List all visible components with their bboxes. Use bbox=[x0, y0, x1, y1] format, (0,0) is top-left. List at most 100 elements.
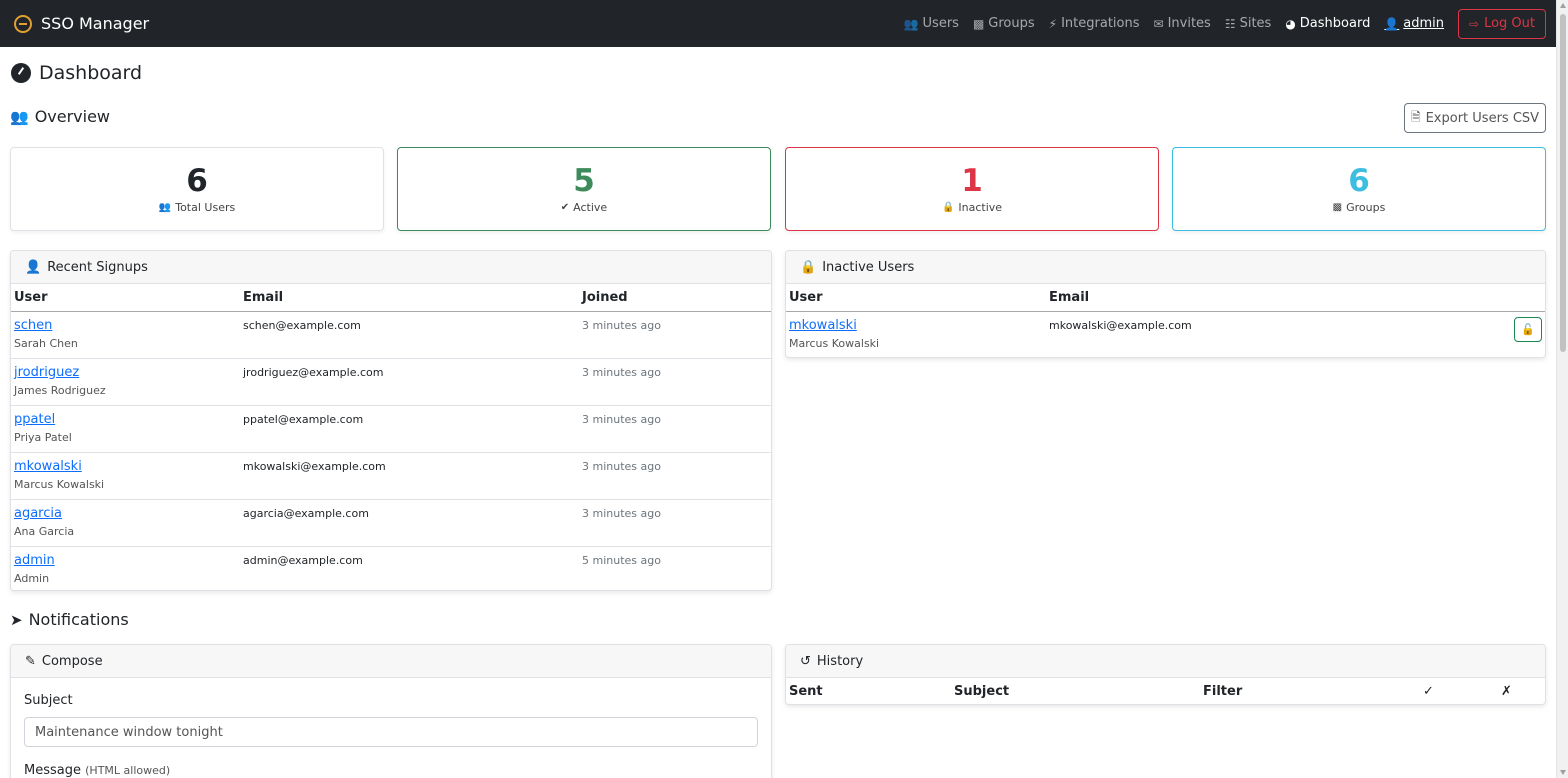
history-icon: ↺ bbox=[800, 653, 811, 669]
column-header-subject: Subject bbox=[954, 684, 1010, 699]
table-row: jrodriguez James Rodriguez jrodriguez@exam… bbox=[11, 358, 771, 406]
user-plus-icon: 👤 bbox=[25, 259, 42, 275]
brand-logo-icon bbox=[14, 14, 32, 33]
joined-cell: 3 minutes ago bbox=[579, 452, 771, 500]
email-cell: admin@example.com bbox=[240, 546, 579, 590]
plug-icon: ⚡ bbox=[1048, 16, 1058, 31]
email-text: admin@example.com bbox=[243, 553, 363, 567]
export-label: Export Users CSV bbox=[1425, 110, 1540, 126]
history-title: History bbox=[816, 653, 864, 669]
column-header-sent: Sent bbox=[789, 684, 823, 699]
gauge-icon: ◕ bbox=[1285, 16, 1296, 31]
nav-link-groups[interactable]: ▩ Groups bbox=[973, 16, 1035, 31]
compose-header: ✎ Compose bbox=[11, 645, 771, 678]
logout-button[interactable]: ⇨ Log Out bbox=[1458, 8, 1546, 39]
recent-signups-title: Recent Signups bbox=[47, 259, 148, 275]
joined-cell: 3 minutes ago bbox=[579, 311, 771, 359]
nav-link-label: Groups bbox=[988, 16, 1035, 31]
nav-user-link[interactable]: 👤 admin bbox=[1384, 16, 1444, 31]
unlock-icon: 🔓 bbox=[1521, 322, 1535, 336]
user-full-name: Admin bbox=[14, 571, 50, 585]
overview-heading-text: Overview bbox=[34, 107, 111, 126]
page-title: Dashboard bbox=[11, 62, 142, 84]
brand[interactable]: SSO Manager bbox=[14, 14, 149, 33]
scroll-thumb[interactable] bbox=[1560, 14, 1566, 352]
logout-icon: ⇨ bbox=[1469, 16, 1480, 31]
subject-label: Subject bbox=[24, 693, 73, 708]
inactive-users-card: 🔒 Inactive Users User Email mkowalski Ma… bbox=[785, 250, 1546, 358]
username-link[interactable]: agarcia bbox=[14, 504, 237, 524]
user-cell: mkowalski Marcus Kowalski bbox=[786, 311, 1046, 357]
user-full-name: Sarah Chen bbox=[14, 336, 78, 350]
table-row: mkowalski Marcus Kowalski mkowalski@exam… bbox=[786, 311, 1545, 357]
lock-icon: 🔒 bbox=[941, 202, 955, 213]
page-scrollbar[interactable] bbox=[1556, 0, 1568, 778]
username-link[interactable]: mkowalski bbox=[789, 316, 1043, 336]
stat-card-active: 5 ✔ Active bbox=[397, 147, 771, 231]
nav-link-sites[interactable]: ☷ Sites bbox=[1225, 16, 1272, 31]
email-text: schen@example.com bbox=[243, 318, 361, 332]
username-link[interactable]: jrodriguez bbox=[14, 363, 237, 383]
export-users-csv-button[interactable]: 🗎 Export Users CSV bbox=[1404, 103, 1546, 133]
unlock-user-button[interactable]: 🔓 bbox=[1514, 316, 1542, 342]
column-header-success: ✓ bbox=[1423, 684, 1434, 699]
nav-user-name: admin bbox=[1403, 16, 1445, 31]
joined-cell: 3 minutes ago bbox=[579, 499, 771, 547]
scroll-up-icon[interactable] bbox=[1560, 3, 1566, 8]
table-header-row: User Email bbox=[786, 284, 1545, 312]
username-link[interactable]: schen bbox=[14, 316, 237, 336]
joined-text: 3 minutes ago bbox=[582, 365, 661, 379]
users-icon: 👥 bbox=[10, 107, 29, 126]
column-header-email: Email bbox=[1046, 284, 1505, 312]
nav-link-integrations[interactable]: ⚡ Integrations bbox=[1049, 16, 1140, 31]
column-header-actions bbox=[1505, 284, 1545, 312]
message-label: Message (HTML allowed) bbox=[24, 763, 170, 778]
joined-text: 3 minutes ago bbox=[582, 318, 661, 332]
table-row: agarcia Ana Garcia agarcia@example.com 3 mi… bbox=[11, 499, 771, 547]
groups-icon: ▩ bbox=[1332, 202, 1343, 213]
stat-label: ✔ Active bbox=[561, 201, 607, 214]
envelope-icon: ✉ bbox=[1153, 16, 1164, 31]
overview-heading: 👥 Overview bbox=[10, 107, 110, 126]
user-cell: admin Admin bbox=[11, 546, 240, 590]
nav-link-label: Integrations bbox=[1061, 16, 1140, 31]
username-link[interactable]: ppatel bbox=[14, 410, 237, 430]
nav-link-invites[interactable]: ✉ Invites bbox=[1154, 16, 1211, 31]
nav-link-users[interactable]: 👥 Users bbox=[904, 16, 959, 31]
history-table: Sent Subject Filter ✓ ✗ bbox=[786, 678, 1545, 704]
page-title-text: Dashboard bbox=[39, 62, 143, 84]
table-header-row: Sent Subject Filter ✓ ✗ bbox=[786, 678, 1545, 704]
nav-link-dashboard[interactable]: ◕ Dashboard bbox=[1285, 16, 1370, 31]
nav-link-label: Users bbox=[922, 16, 959, 31]
email-text: jrodriguez@example.com bbox=[243, 365, 384, 379]
actions-cell: 🔓 bbox=[1505, 311, 1545, 357]
email-cell: agarcia@example.com bbox=[240, 499, 579, 547]
email-text: ppatel@example.com bbox=[243, 412, 364, 426]
recent-signups-table: User Email Joined schen Sarah Chen schen@e… bbox=[11, 284, 771, 590]
email-cell: ppatel@example.com bbox=[240, 405, 579, 453]
scroll-down-icon[interactable] bbox=[1560, 770, 1566, 775]
stat-label: 👥 Total Users bbox=[159, 201, 235, 214]
table-row: ppatel Priya Patel ppatel@example.com 3 min… bbox=[11, 405, 771, 453]
column-header-filter: Filter bbox=[1203, 684, 1243, 699]
check-circle-icon: ✔ bbox=[560, 202, 570, 213]
stat-card-groups: 6 ▩ Groups bbox=[1172, 147, 1546, 231]
groups-icon: ▩ bbox=[972, 16, 985, 31]
user-cell: schen Sarah Chen bbox=[11, 311, 240, 359]
table-row: schen Sarah Chen schen@example.com 3 minute… bbox=[11, 311, 771, 359]
username-link[interactable]: admin bbox=[14, 551, 237, 571]
joined-cell: 3 minutes ago bbox=[579, 405, 771, 453]
recent-signups-header: 👤 Recent Signups bbox=[11, 251, 771, 284]
nav-links: 👥 Users ▩ Groups ⚡ Integrations ✉ Invite… bbox=[890, 8, 1546, 39]
stat-label-text: Inactive bbox=[958, 201, 1003, 214]
stat-label: ▩ Groups bbox=[1333, 201, 1386, 214]
history-header: ↺ History bbox=[786, 645, 1545, 678]
email-cell: schen@example.com bbox=[240, 311, 579, 359]
joined-cell: 3 minutes ago bbox=[579, 358, 771, 406]
paper-plane-icon: ➤ bbox=[10, 610, 23, 629]
column-header-email: Email bbox=[240, 284, 579, 312]
email-cell: jrodriguez@example.com bbox=[240, 358, 579, 406]
table-row: admin Admin admin@example.com 5 minutes ago bbox=[11, 546, 771, 590]
username-link[interactable]: mkowalski bbox=[14, 457, 237, 477]
subject-input[interactable]: Maintenance window tonight bbox=[24, 717, 758, 747]
